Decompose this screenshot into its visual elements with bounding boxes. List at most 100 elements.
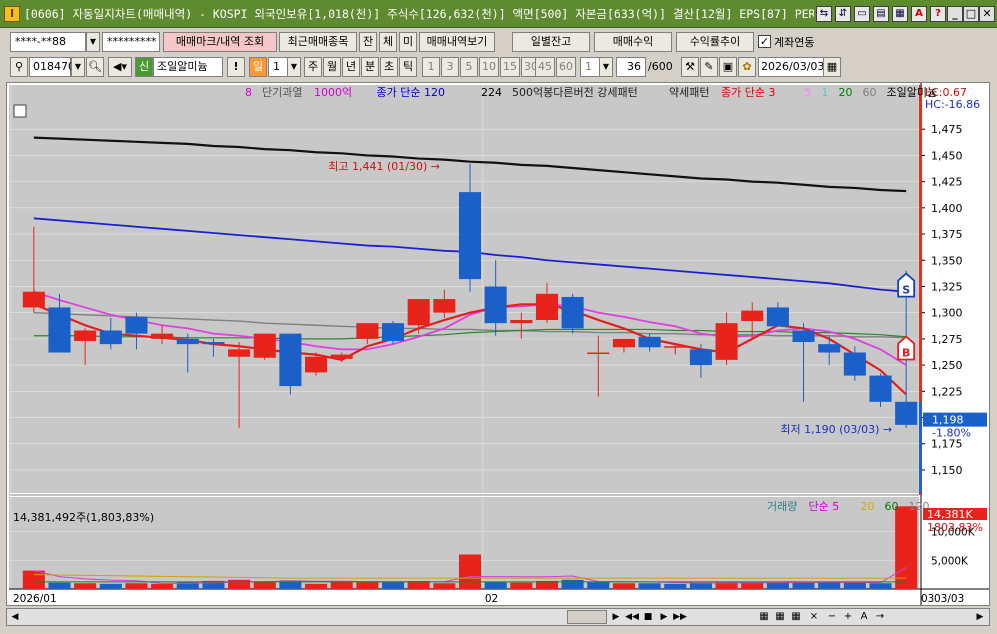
stock-name-field: 조일알미늄 <box>153 57 223 77</box>
candle-body <box>151 333 174 339</box>
trade-mark-button[interactable]: 매매마크/내역 조회 <box>163 32 277 52</box>
account-dropdown-icon[interactable]: ▼ <box>86 32 100 52</box>
minute-5-button[interactable]: 5 <box>460 57 478 77</box>
fast-forward-icon[interactable]: ▶▶ <box>673 610 687 624</box>
minute-60-button[interactable]: 60 <box>556 57 576 77</box>
minute-value-dropdown-icon[interactable]: ▼ <box>599 57 613 77</box>
current-volume-label: 14,381K <box>927 508 973 521</box>
period-minute-button[interactable]: 분 <box>361 57 379 77</box>
window-icon[interactable]: ▭ <box>854 6 870 22</box>
count-max-label: /600 <box>648 60 673 73</box>
minute-3-button[interactable]: 3 <box>441 57 459 77</box>
period-month-button[interactable]: 월 <box>323 57 341 77</box>
save-icon[interactable]: ▣ <box>719 57 737 77</box>
date-input[interactable]: 2026/03/03 <box>758 57 824 77</box>
alert-button[interactable]: ! <box>227 57 245 77</box>
play-icon[interactable]: ▶ <box>657 610 671 624</box>
chart-area[interactable]: 1,475 1,450 1,425 1,400 1,375 1,350 1,325 1,300… <box>6 82 990 606</box>
password-input[interactable]: ********* <box>102 32 160 52</box>
period-daily-button[interactable]: 일 <box>249 57 267 77</box>
volume-bar <box>458 554 482 589</box>
code-dropdown-icon[interactable]: ▼ <box>71 57 85 77</box>
candle-body <box>869 375 892 402</box>
return-trend-button[interactable]: 수익률추이 <box>676 32 754 52</box>
crosshair-icon[interactable]: ⨯ <box>807 610 821 624</box>
zoom-in-icon[interactable]: + <box>841 610 855 624</box>
unfilled-button[interactable]: 미 <box>399 32 417 52</box>
tool-icon[interactable]: ⚒ <box>681 57 699 77</box>
code-input[interactable]: 018470 <box>29 57 75 77</box>
period-tick-button[interactable]: 틱 <box>399 57 417 77</box>
minute-45-button[interactable]: 45 <box>535 57 555 77</box>
candle-body <box>638 336 661 348</box>
count-input[interactable]: 36 <box>616 57 646 77</box>
minute-value-input[interactable]: 1 <box>580 57 600 77</box>
code-search-icon[interactable]: ⚲ <box>10 57 28 77</box>
trade-history-button[interactable]: 매매내역보기 <box>419 32 495 52</box>
current-price-label: 1,198 <box>932 414 964 427</box>
font-icon[interactable]: A <box>911 6 927 22</box>
scroll-thumb[interactable] <box>567 610 607 624</box>
candle-body <box>381 323 405 341</box>
price-volume-chart[interactable]: 1,475 1,450 1,425 1,400 1,375 1,350 1,325 1,300… <box>7 83 989 605</box>
minute-15-button[interactable]: 15 <box>500 57 520 77</box>
minimize-icon[interactable]: _ <box>947 6 963 22</box>
candle-body <box>612 338 635 348</box>
price-tick-label: 1,225 <box>931 385 963 398</box>
recent-items-button[interactable]: 최근매매종목 <box>279 32 357 52</box>
period-second-button[interactable]: 초 <box>380 57 398 77</box>
draw-tool-icon[interactable]: → <box>873 610 887 624</box>
volume-tick-label: 5,000K <box>931 555 969 567</box>
scroll-right-icon[interactable]: ▶ <box>609 610 623 624</box>
maximize-icon[interactable]: □ <box>963 6 979 22</box>
chart-scrollbar[interactable]: ◀ ▶ ◀◀ ■ ▶ ▶▶ ▦ ▦ ▦ ⨯ − + A → ▶ <box>6 608 990 626</box>
layout-icon[interactable]: ▦ <box>757 610 771 624</box>
filled-button[interactable]: 체 <box>379 32 397 52</box>
candle-body <box>458 192 482 280</box>
candle-body <box>433 299 456 313</box>
period-number-input[interactable]: 1 <box>268 57 288 77</box>
zoom-out-icon[interactable]: − <box>825 610 839 624</box>
text-tool-icon[interactable]: A <box>857 610 871 624</box>
calendar-icon[interactable]: ▦ <box>823 57 841 77</box>
account-input[interactable]: ****-**88 <box>10 32 86 52</box>
stop-icon[interactable]: ■ <box>641 610 655 624</box>
magnifier-icon[interactable]: 🔍︎ <box>86 57 104 77</box>
period-year-button[interactable]: 년 <box>342 57 360 77</box>
new-stock-button[interactable]: 신 <box>135 57 153 77</box>
print-icon[interactable]: ▤ <box>873 6 889 22</box>
minute-1-button[interactable]: 1 <box>422 57 440 77</box>
link-icon[interactable]: ⇆ <box>816 6 832 22</box>
link-settings-icon[interactable]: ⇵ <box>835 6 851 22</box>
volume-bar <box>818 582 841 589</box>
memo-icon[interactable]: ▦ <box>892 6 908 22</box>
rewind-icon[interactable]: ◀◀ <box>625 610 639 624</box>
volume-summary-text: 14,381,492주(1,803,83%) <box>13 511 154 524</box>
split-icon[interactable]: ▦ <box>789 610 803 624</box>
title-bar: I [0606] 자동일지차트(매매내역) - KOSPI 외국인보유[1,01… <box>0 0 997 28</box>
minute-10-button[interactable]: 10 <box>479 57 499 77</box>
period-week-button[interactable]: 주 <box>304 57 322 77</box>
price-legend-item: 60 <box>863 86 877 99</box>
chart-grid-icon <box>13 104 27 118</box>
candle-body <box>74 330 97 341</box>
volume-bar <box>305 583 328 589</box>
grid-icon[interactable]: ▦ <box>773 610 787 624</box>
period-number-dropdown-icon[interactable]: ▼ <box>287 57 301 77</box>
trade-profit-button[interactable]: 매매수익 <box>594 32 672 52</box>
low-price-annotation: 최저 1,190 (03/03) → <box>780 423 892 436</box>
daily-balance-button[interactable]: 일별잔고 <box>512 32 590 52</box>
settings-icon[interactable]: ✿ <box>738 57 756 77</box>
candle-body <box>741 310 764 322</box>
chart-tool-icon[interactable]: ✎ <box>700 57 718 77</box>
price-legend-item: 종가 단순 3 <box>721 86 775 99</box>
close-icon[interactable]: ✕ <box>979 6 995 22</box>
scroll-end-icon[interactable]: ▶ <box>973 610 987 624</box>
candle-body <box>715 323 738 360</box>
scroll-left-icon[interactable]: ◀ <box>8 610 22 624</box>
account-link-checkbox[interactable]: ✓ <box>758 35 771 48</box>
help-icon[interactable]: ? <box>930 6 946 22</box>
balance-button[interactable]: 잔 <box>359 32 377 52</box>
sound-icon[interactable]: ◀▾ <box>108 57 132 77</box>
volume-bar <box>638 583 661 589</box>
